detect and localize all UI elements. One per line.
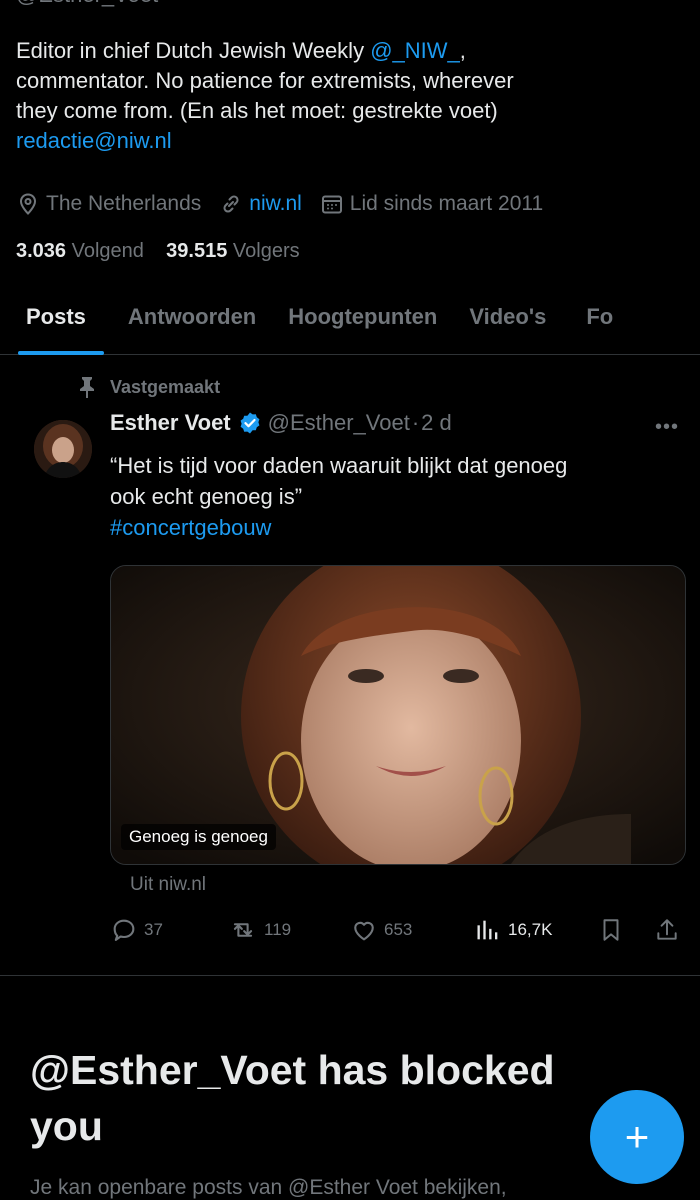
plus-icon: + <box>624 1113 650 1160</box>
following-count: 3.036 <box>16 240 67 262</box>
bio-comma: , <box>459 38 466 63</box>
section-divider <box>0 975 700 976</box>
blocked-heading: @Esther_Voet has blocked you <box>30 1042 650 1154</box>
reply-count: 37 <box>144 920 163 939</box>
tab-label: Antwoorden <box>127 304 257 329</box>
like-button[interactable]: 653 <box>350 916 412 944</box>
views-button[interactable]: 16,7K <box>474 916 552 944</box>
post-time[interactable]: 2 d <box>421 410 452 436</box>
joined-item: Lid sinds maart 2011 <box>320 192 543 216</box>
repost-count: 119 <box>264 920 292 939</box>
blocked-heading-line: @Esther_Voet has blocked <box>30 1047 555 1093</box>
website-item[interactable]: niw.nl <box>219 192 302 216</box>
bio-line: they come from. (En als het moet: gestre… <box>16 98 498 123</box>
bio-text: Editor in chief Dutch Jewish Weekly <box>16 38 371 63</box>
reply-icon <box>113 919 135 941</box>
post-text-line: ook echt genoeg is” <box>110 484 303 509</box>
more-options-icon[interactable]: ••• <box>655 416 679 439</box>
author-handle[interactable]: @Esther_Voet <box>268 410 410 436</box>
tab-videos[interactable]: Video's <box>469 292 546 354</box>
card-source: Uit niw.nl <box>130 874 207 895</box>
heart-icon <box>354 921 374 941</box>
location-item: The Netherlands <box>16 192 201 216</box>
follow-stats: 3.036 Volgend 39.515 Volgers <box>16 240 300 263</box>
repost-icon <box>233 923 253 937</box>
active-tab-indicator <box>18 351 104 355</box>
reply-button[interactable]: 37 <box>110 916 163 944</box>
compose-button[interactable]: + <box>590 1090 684 1184</box>
calendar-icon <box>321 195 342 214</box>
profile-meta: The Netherlands niw.nl Lid sinds maart 2… <box>16 188 561 220</box>
tab-hoogtepunten[interactable]: Hoogtepunten <box>288 292 437 354</box>
blocked-subtitle: Je kan openbare posts van @Esther Voet b… <box>30 1176 507 1199</box>
location-pin-icon <box>19 193 37 215</box>
share-icon <box>657 919 677 940</box>
following-link[interactable]: 3.036 Volgend <box>16 240 144 262</box>
like-count: 653 <box>384 920 413 939</box>
profile-tabs: Posts Antwoorden Hoogtepunten Video's Fo <box>0 292 700 355</box>
views-count: 16,7K <box>508 920 553 939</box>
hashtag-link[interactable]: #concertgebouw <box>110 512 690 543</box>
website-link[interactable]: niw.nl <box>249 192 302 216</box>
post-text: “Het is tijd voor daden waaruit blijkt d… <box>110 450 690 543</box>
avatar[interactable] <box>34 420 92 478</box>
blocked-heading-line: you <box>30 1103 103 1149</box>
post-author-row: Esther Voet @Esther_Voet · 2 d <box>110 410 452 436</box>
avatar-portrait <box>34 420 92 478</box>
followers-link[interactable]: 39.515 Volgers <box>166 240 299 262</box>
card-title: Genoeg is genoeg <box>121 824 276 850</box>
tab-label: Hoogtepunten <box>288 304 438 329</box>
verified-badge-icon <box>240 412 260 434</box>
followers-label: Volgers <box>232 240 300 262</box>
pin-icon <box>80 377 94 398</box>
pinned-label: Vastgemaakt <box>110 376 221 397</box>
post-text-line: “Het is tijd voor daden waaruit blijkt d… <box>110 453 568 478</box>
pinned-indicator: Vastgemaakt <box>78 376 220 398</box>
following-label: Volgend <box>71 240 144 262</box>
followers-count: 39.515 <box>166 240 228 262</box>
separator-dot: · <box>411 410 420 435</box>
joined-text: Lid sinds maart 2011 <box>349 192 544 215</box>
post-actions: 37 119 653 16,7K <box>110 916 690 946</box>
views-icon <box>477 920 498 940</box>
tab-antwoorden[interactable]: Antwoorden <box>128 292 256 354</box>
author-name[interactable]: Esther Voet <box>110 410 231 436</box>
profile-bio: Editor in chief Dutch Jewish Weekly @_NI… <box>16 36 656 156</box>
tab-label: Video's <box>469 304 547 329</box>
tab-posts[interactable]: Posts <box>18 292 104 355</box>
bookmark-icon <box>603 919 619 941</box>
bio-email-link[interactable]: redactie@niw.nl <box>16 126 656 156</box>
share-button[interactable] <box>654 916 686 944</box>
link-card[interactable]: Genoeg is genoeg <box>110 565 686 865</box>
location-text: The Netherlands <box>46 192 202 215</box>
card-image <box>111 566 685 864</box>
top-handle: @Esther_Voet <box>16 0 158 8</box>
link-icon <box>223 195 239 213</box>
repost-button[interactable]: 119 <box>228 916 291 944</box>
bookmark-button[interactable] <box>598 916 630 944</box>
bio-line: commentator. No patience for extremists,… <box>16 68 514 93</box>
tab-label: Posts <box>26 304 86 329</box>
tab-more[interactable]: Fo <box>586 292 613 354</box>
bio-mention-link[interactable]: @_NIW_ <box>370 38 460 63</box>
tab-label: Fo <box>586 304 614 329</box>
